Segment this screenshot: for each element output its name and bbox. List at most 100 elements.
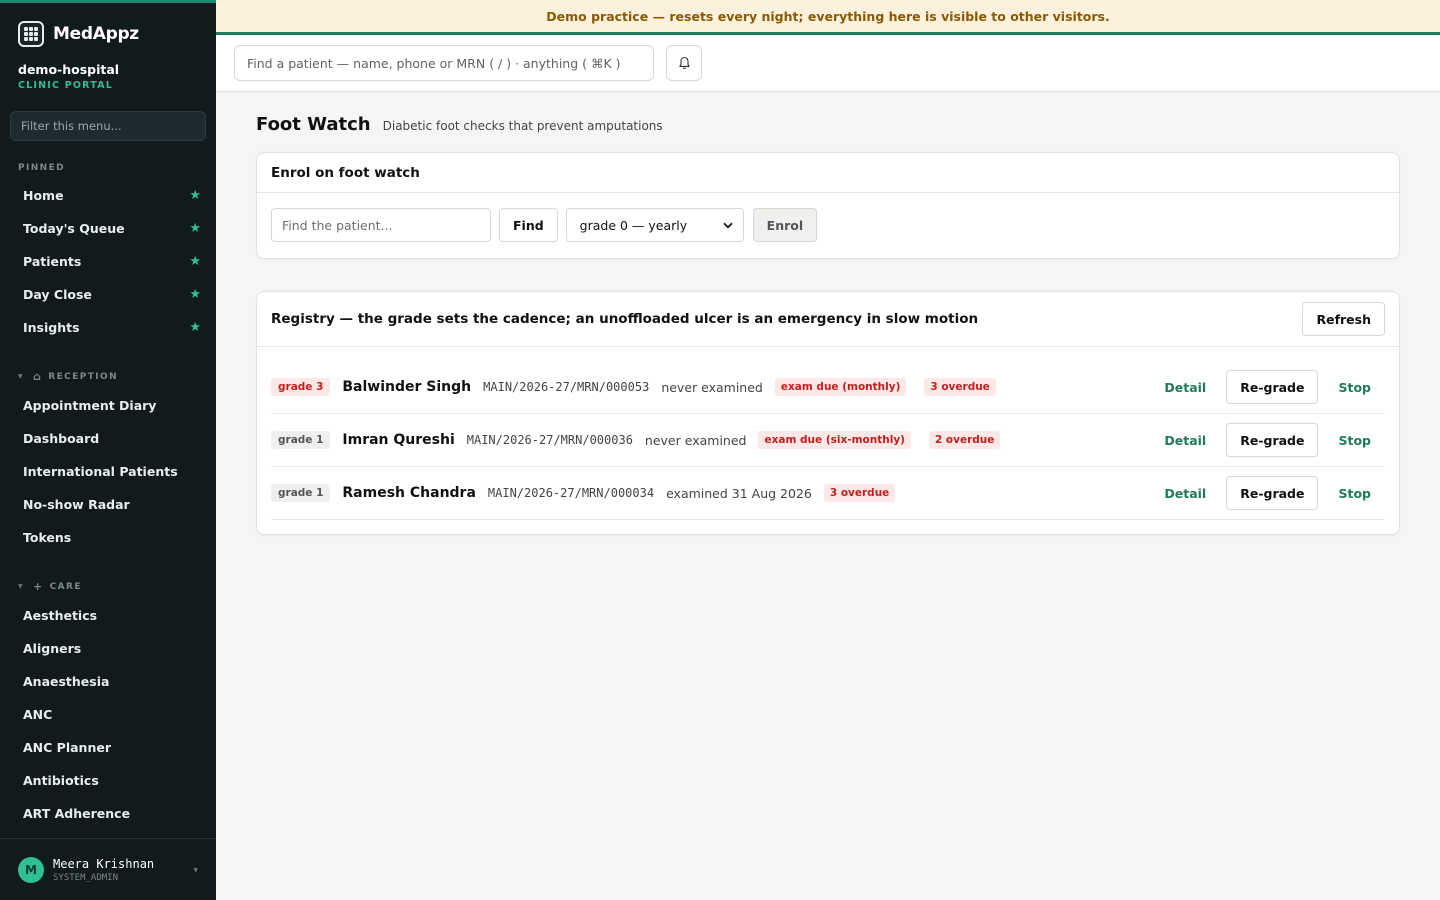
main: Demo practice — resets every night; ever… (216, 0, 1440, 900)
patient-name: Balwinder Singh (342, 379, 472, 395)
patient-mrn: MAIN/2026-27/MRN/000034 (487, 486, 655, 500)
regrade-button[interactable]: Re-grade (1226, 476, 1319, 510)
care-list: Aesthetics Aligners Anaesthesia ANC ANC Plan… (0, 599, 216, 863)
page-title: Foot Watch (256, 114, 371, 135)
sidebar-item-label: Appointment Diary (23, 398, 157, 413)
patient-name: Ramesh Chandra (342, 485, 476, 501)
sidebar-item-anaesthesia[interactable]: Anaesthesia (0, 665, 216, 698)
sidebar-item-tokens[interactable]: Tokens (0, 521, 216, 554)
grade-badge: grade 1 (271, 484, 331, 502)
sidebar-item-day-close[interactable]: Day Close ★ (0, 278, 216, 311)
overdue-badge: 3 overdue (924, 378, 996, 396)
patient-name: Imran Qureshi (342, 432, 455, 448)
stop-link[interactable]: Stop (1338, 486, 1371, 501)
page-subtitle: Diabetic foot checks that prevent amputa… (382, 119, 663, 133)
sidebar: MedAppz demo-hospital CLINIC PORTAL PINN… (0, 0, 216, 900)
sidebar-item-label: ANC Planner (23, 740, 111, 755)
sidebar-item-dashboard[interactable]: Dashboard (0, 422, 216, 455)
sidebar-item-insights[interactable]: Insights ★ (0, 311, 216, 344)
sidebar-item-label: Aligners (23, 641, 82, 656)
grid-logo-icon (18, 21, 44, 47)
grade-badge: grade 1 (271, 431, 331, 449)
enrol-button[interactable]: Enrol (752, 208, 818, 242)
user-role: SYSTEM_ADMIN (53, 872, 119, 883)
avatar: M (18, 856, 44, 883)
user-menu[interactable]: M Meera Krishnan SYSTEM_ADMIN ▼ (0, 838, 216, 900)
grade-select[interactable]: grade 0 — yearly (565, 208, 744, 242)
sidebar-item-label: No-show Radar (23, 497, 130, 512)
regrade-button[interactable]: Re-grade (1226, 370, 1319, 404)
section-reception[interactable]: ▼ ⌂ RECEPTION (18, 370, 216, 383)
grade-badge: grade 3 (271, 378, 331, 396)
exam-status: never examined (661, 379, 763, 395)
sidebar-item-label: Anaesthesia (23, 674, 110, 689)
user-info: Meera Krishnan SYSTEM_ADMIN (53, 857, 154, 883)
regrade-button[interactable]: Re-grade (1226, 423, 1319, 457)
sidebar-item-international-patients[interactable]: International Patients (0, 455, 216, 488)
sidebar-item-patients[interactable]: Patients ★ (0, 245, 216, 278)
detail-link[interactable]: Detail (1164, 433, 1206, 448)
sidebar-item-label: Day Close (23, 287, 92, 302)
chevron-down-icon (723, 222, 733, 228)
sidebar-item-label: Aesthetics (23, 608, 98, 623)
menu-filter-input[interactable] (10, 111, 206, 141)
brand-name: MedAppz (53, 24, 139, 44)
star-icon[interactable]: ★ (189, 287, 201, 302)
bell-icon (678, 56, 690, 70)
page-content: Foot Watch Diabetic foot checks that pre… (216, 92, 1440, 535)
reception-list: Appointment Diary Dashboard International … (0, 389, 216, 554)
table-row: grade 1 Imran Qureshi MAIN/2026-27/MRN/000… (271, 414, 1385, 467)
sidebar-item-label: Dashboard (23, 431, 100, 446)
sidebar-item-aligners[interactable]: Aligners (0, 632, 216, 665)
section-care[interactable]: ▼ + CARE (18, 580, 216, 593)
detail-link[interactable]: Detail (1164, 380, 1206, 395)
grade-select-value: grade 0 — yearly (579, 217, 688, 233)
sidebar-item-art-adherence[interactable]: ART Adherence (0, 797, 216, 830)
sidebar-item-label: Antibiotics (23, 773, 99, 788)
find-button[interactable]: Find (499, 208, 558, 242)
sidebar-item-aesthetics[interactable]: Aesthetics (0, 599, 216, 632)
topbar (216, 35, 1440, 92)
overdue-badge: 2 overdue (928, 431, 1001, 449)
registry-card: Registry — the grade sets the cadence; a… (256, 291, 1400, 535)
exam-status: examined 31 Aug 2026 (666, 485, 812, 501)
star-icon[interactable]: ★ (189, 320, 201, 335)
stop-link[interactable]: Stop (1338, 380, 1371, 395)
brand[interactable]: MedAppz (18, 18, 216, 50)
collapse-caret-icon: ▼ (18, 583, 25, 590)
section-reception-title: RECEPTION (48, 371, 118, 382)
sidebar-item-label: International Patients (23, 464, 178, 479)
refresh-button[interactable]: Refresh (1302, 302, 1385, 336)
sidebar-item-appointment-diary[interactable]: Appointment Diary (0, 389, 216, 422)
star-icon[interactable]: ★ (189, 254, 201, 269)
row-actions: Detail Re-grade Stop (1164, 423, 1385, 457)
sidebar-item-anc-planner[interactable]: ANC Planner (0, 731, 216, 764)
enrol-patient-input[interactable] (271, 208, 491, 242)
sidebar-item-label: ART Adherence (23, 806, 131, 821)
row-actions: Detail Re-grade Stop (1164, 476, 1385, 510)
registry-title: Registry — the grade sets the cadence; a… (271, 311, 979, 327)
sidebar-item-label: Tokens (23, 530, 72, 545)
collapse-caret-icon: ▼ (18, 373, 25, 380)
enrol-card: Enrol on foot watch Find grade 0 — yearl… (256, 152, 1400, 259)
plus-icon: + (33, 580, 44, 593)
registry-list: grade 3 Balwinder Singh MAIN/2026-27/MRN/0… (257, 347, 1399, 534)
notifications-button[interactable] (666, 45, 702, 81)
star-icon[interactable]: ★ (189, 188, 201, 203)
section-pinned: PINNED (18, 163, 216, 173)
sidebar-item-label: Insights (23, 320, 80, 335)
sidebar-item-label: Today's Queue (23, 221, 125, 236)
sidebar-item-home[interactable]: Home ★ (0, 179, 216, 212)
detail-link[interactable]: Detail (1164, 486, 1206, 501)
table-row: grade 3 Balwinder Singh MAIN/2026-27/MRN/0… (271, 347, 1385, 414)
enrol-card-title: Enrol on foot watch (257, 153, 1399, 193)
sidebar-item-anc[interactable]: ANC (0, 698, 216, 731)
patient-search-input[interactable] (234, 45, 654, 81)
sidebar-item-label: Home (23, 188, 64, 203)
demo-banner: Demo practice — resets every night; ever… (216, 0, 1440, 35)
sidebar-item-no-show-radar[interactable]: No-show Radar (0, 488, 216, 521)
sidebar-item-antibiotics[interactable]: Antibiotics (0, 764, 216, 797)
star-icon[interactable]: ★ (189, 221, 201, 236)
sidebar-item-today-s-queue[interactable]: Today's Queue ★ (0, 212, 216, 245)
stop-link[interactable]: Stop (1338, 433, 1371, 448)
